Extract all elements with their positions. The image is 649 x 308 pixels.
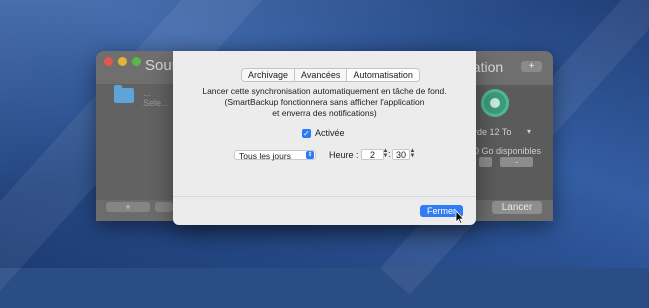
frequency-select[interactable]: Tous les jours ⇕ bbox=[234, 150, 316, 161]
remove-source-button[interactable] bbox=[155, 202, 173, 212]
hour-label: Heure : bbox=[329, 150, 359, 160]
description-line: Lancer cette synchronisation automatique… bbox=[202, 86, 447, 96]
chevron-updown-icon: ⇕ bbox=[306, 151, 314, 159]
folder-icon bbox=[114, 85, 134, 103]
chevron-down-icon[interactable]: ▾ bbox=[527, 127, 531, 136]
minimize-window-icon[interactable] bbox=[118, 57, 127, 66]
enable-checkbox[interactable]: ✓ bbox=[302, 128, 311, 138]
close-window-icon[interactable] bbox=[104, 57, 113, 66]
tab-automatisation[interactable]: Automatisation bbox=[347, 69, 419, 81]
minute-stepper-icon[interactable]: ▲ ▼ bbox=[409, 148, 416, 160]
tab-avancees[interactable]: Avancées bbox=[295, 69, 348, 81]
tab-bar: Archivage Avancées Automatisation bbox=[241, 68, 420, 82]
add-destination-button[interactable]: + bbox=[521, 61, 542, 72]
description-line: et enverra des notifications) bbox=[272, 108, 377, 118]
add-source-button[interactable]: + bbox=[106, 202, 150, 212]
tab-archivage[interactable]: Archivage bbox=[242, 69, 296, 81]
source-item-detail: Sele... bbox=[143, 98, 169, 108]
zoom-window-icon[interactable] bbox=[132, 57, 141, 66]
frequency-value: Tous les jours bbox=[239, 151, 291, 161]
free-space-label: 0 Go disponibles bbox=[474, 146, 542, 156]
disk-icon bbox=[481, 89, 509, 117]
enable-checkbox-label: Activée bbox=[315, 128, 345, 138]
parent-title-left: Sour bbox=[145, 57, 177, 74]
automation-description: Lancer cette synchronisation automatique… bbox=[188, 86, 461, 119]
minute-field[interactable]: 30 bbox=[392, 149, 410, 160]
source-item-name: ... bbox=[143, 88, 151, 98]
info-button[interactable] bbox=[479, 157, 492, 167]
hour-field[interactable]: 2 bbox=[361, 149, 384, 160]
description-line: (SmartBackup fonctionnera sans afficher … bbox=[224, 97, 425, 107]
disk-label: rde 12 To bbox=[474, 127, 512, 137]
lancer-button[interactable]: Lancer bbox=[492, 201, 542, 214]
minus-button[interactable]: - bbox=[500, 157, 533, 167]
mouse-pointer-icon bbox=[455, 210, 465, 224]
enable-checkbox-row[interactable]: ✓ Activée bbox=[302, 128, 345, 138]
sheet-divider bbox=[173, 196, 476, 197]
time-separator: : bbox=[388, 149, 391, 159]
